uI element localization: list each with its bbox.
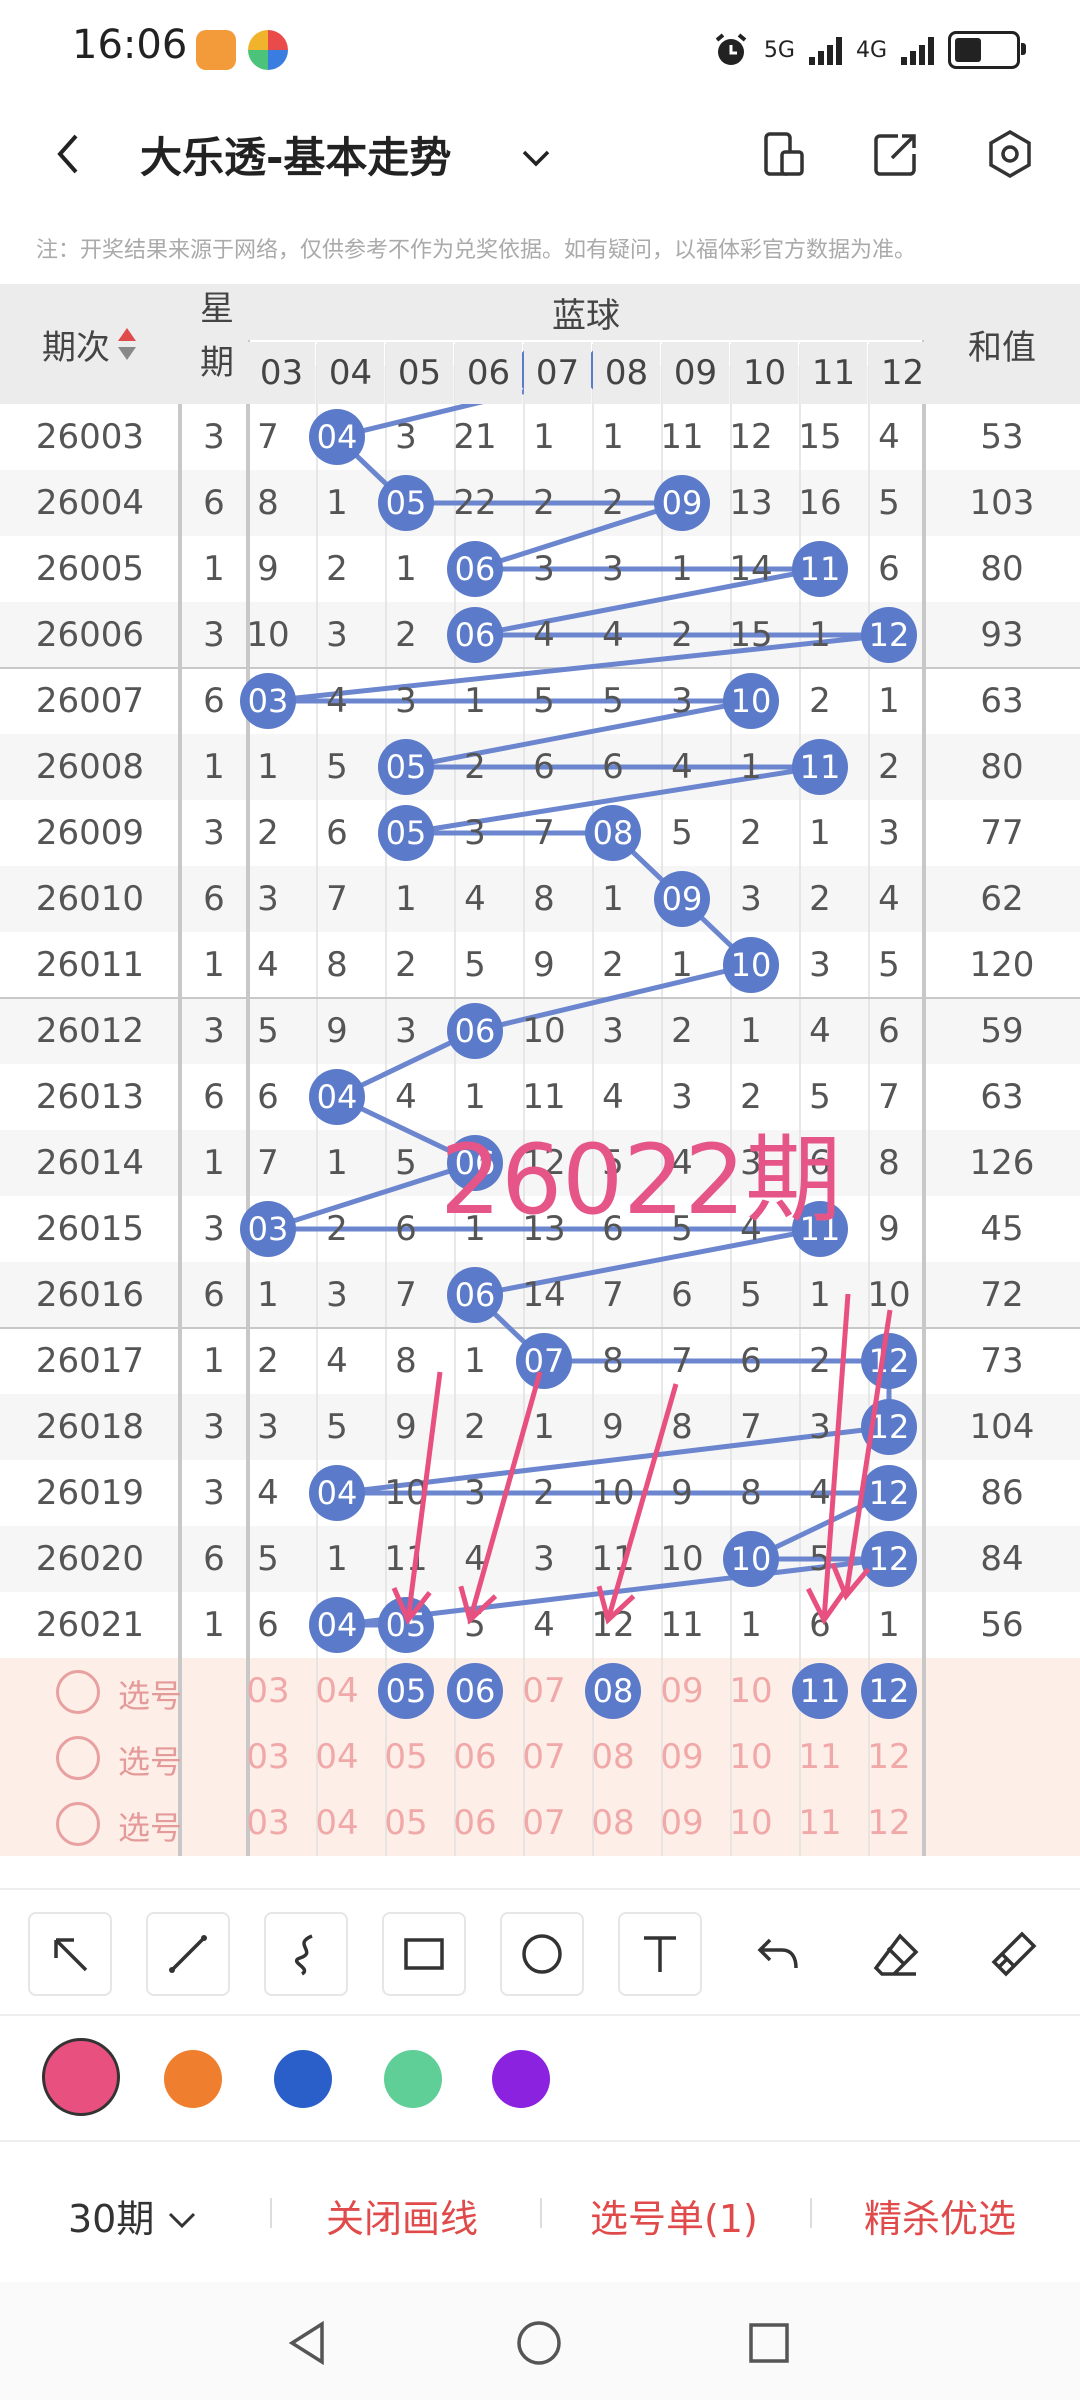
freehand-icon bbox=[294, 1934, 313, 1976]
share-icon[interactable] bbox=[868, 126, 924, 182]
col-header-week: 星期 bbox=[180, 284, 248, 404]
signal-label-4g: 4G bbox=[855, 37, 887, 63]
eraser-icon bbox=[873, 1933, 919, 1976]
app-notification-icon bbox=[196, 30, 236, 70]
undo-icon bbox=[757, 1938, 798, 1969]
signal-bars-icon bbox=[808, 35, 842, 65]
battery-icon bbox=[948, 31, 1026, 69]
text-icon bbox=[644, 1936, 676, 1972]
broom-clear-icon bbox=[991, 1931, 1037, 1977]
signal-bars-icon-2 bbox=[901, 35, 934, 65]
line-icon bbox=[169, 1935, 207, 1973]
system-nav-bar bbox=[0, 2282, 1080, 2400]
drawing-toolbar bbox=[0, 1888, 1080, 2016]
alarm-icon bbox=[715, 33, 747, 65]
status-time: 16:06 bbox=[72, 22, 188, 68]
col-header-ball: 10 bbox=[731, 342, 798, 404]
clear-tool-button[interactable] bbox=[972, 1912, 1056, 1996]
chevron-down-icon[interactable] bbox=[512, 134, 560, 182]
col-header-ball: 03 bbox=[248, 342, 315, 404]
back-arrow-icon[interactable] bbox=[42, 126, 98, 182]
divider bbox=[810, 2198, 812, 2228]
col-header-ball: 09 bbox=[662, 342, 729, 404]
divider bbox=[540, 2198, 542, 2228]
app-notification-icon-2 bbox=[248, 30, 288, 70]
arrow-tool-button[interactable] bbox=[28, 1912, 112, 1996]
col-header-period[interactable]: 期次 bbox=[0, 284, 180, 404]
period-count-dropdown[interactable]: 30期 bbox=[68, 2188, 200, 2243]
nav-home-icon[interactable] bbox=[514, 2318, 564, 2368]
settings-hexagon-icon[interactable] bbox=[982, 126, 1038, 182]
device-switch-icon[interactable] bbox=[756, 126, 812, 182]
close-drawing-button[interactable]: 关闭画线 bbox=[326, 2188, 478, 2243]
col-header-period-label: 期次 bbox=[42, 327, 110, 368]
circle-tool-button[interactable] bbox=[500, 1912, 584, 1996]
featured-picks-button[interactable]: 精杀优选 bbox=[864, 2188, 1016, 2243]
drawn-arrow bbox=[806, 1293, 851, 1625]
undo-button[interactable] bbox=[736, 1912, 820, 1996]
col-header-sum: 和值 bbox=[924, 284, 1080, 404]
col-header-ball: 07 bbox=[524, 342, 591, 404]
col-header-ball: 06 bbox=[455, 342, 522, 404]
color-swatch-pink[interactable] bbox=[42, 2038, 120, 2116]
col-header-ball: 11 bbox=[800, 342, 867, 404]
col-header-ball: 05 bbox=[386, 342, 453, 404]
period-count-label: 30期 bbox=[68, 2197, 155, 2241]
divider bbox=[270, 2198, 272, 2228]
signal-label-5g: 5G bbox=[763, 37, 795, 63]
pick-list-button[interactable]: 选号单(1) bbox=[590, 2188, 758, 2243]
color-swatch-blue[interactable] bbox=[274, 2050, 332, 2108]
drawn-arrow bbox=[458, 1371, 543, 1625]
nav-recents-icon[interactable] bbox=[744, 2318, 794, 2368]
status-bar: 16:06 5G 4G bbox=[0, 0, 1080, 100]
page-title: 大乐透-基本走势 bbox=[140, 133, 452, 182]
color-swatch-green[interactable] bbox=[384, 2050, 442, 2108]
arrow-icon bbox=[54, 1938, 88, 1972]
trend-table: 2600218722007081011143782600337043211111… bbox=[0, 284, 1080, 1888]
bottom-action-bar: 30期 关闭画线 选号单(1) 精杀优选 bbox=[0, 2142, 1080, 2282]
chevron-down-icon bbox=[169, 2212, 196, 2229]
text-tool-button[interactable] bbox=[618, 1912, 702, 1996]
rectangle-icon bbox=[404, 1938, 444, 1970]
disclaimer-note: 注：开奖结果来源于网络，仅供参考不作为兑奖依据。如有疑问，以福体彩官方数据为准。 bbox=[36, 238, 917, 263]
nav-back-icon[interactable] bbox=[282, 2318, 332, 2368]
sort-icon bbox=[118, 328, 136, 360]
col-header-ball: 08 bbox=[593, 342, 660, 404]
color-palette bbox=[0, 2014, 1080, 2142]
drawn-period-label: 26022期 bbox=[440, 1124, 842, 1236]
color-swatch-orange[interactable] bbox=[164, 2050, 222, 2108]
drawn-arrow bbox=[391, 1371, 443, 1625]
freehand-tool-button[interactable] bbox=[264, 1912, 348, 1996]
hand-drawn-arrows bbox=[391, 1293, 893, 1625]
col-header-ball: 04 bbox=[317, 342, 384, 404]
status-right: 5G 4G bbox=[712, 26, 1026, 74]
drawn-arrow bbox=[596, 1383, 679, 1625]
color-swatch-purple[interactable] bbox=[492, 2050, 550, 2108]
col-header-blue: 蓝球 bbox=[248, 284, 924, 340]
eraser-tool-button[interactable] bbox=[854, 1912, 938, 1996]
circle-icon bbox=[522, 1934, 562, 1974]
line-tool-button[interactable] bbox=[146, 1912, 230, 1996]
rectangle-tool-button[interactable] bbox=[382, 1912, 466, 1996]
app-header: 大乐透-基本走势 bbox=[0, 100, 1080, 210]
